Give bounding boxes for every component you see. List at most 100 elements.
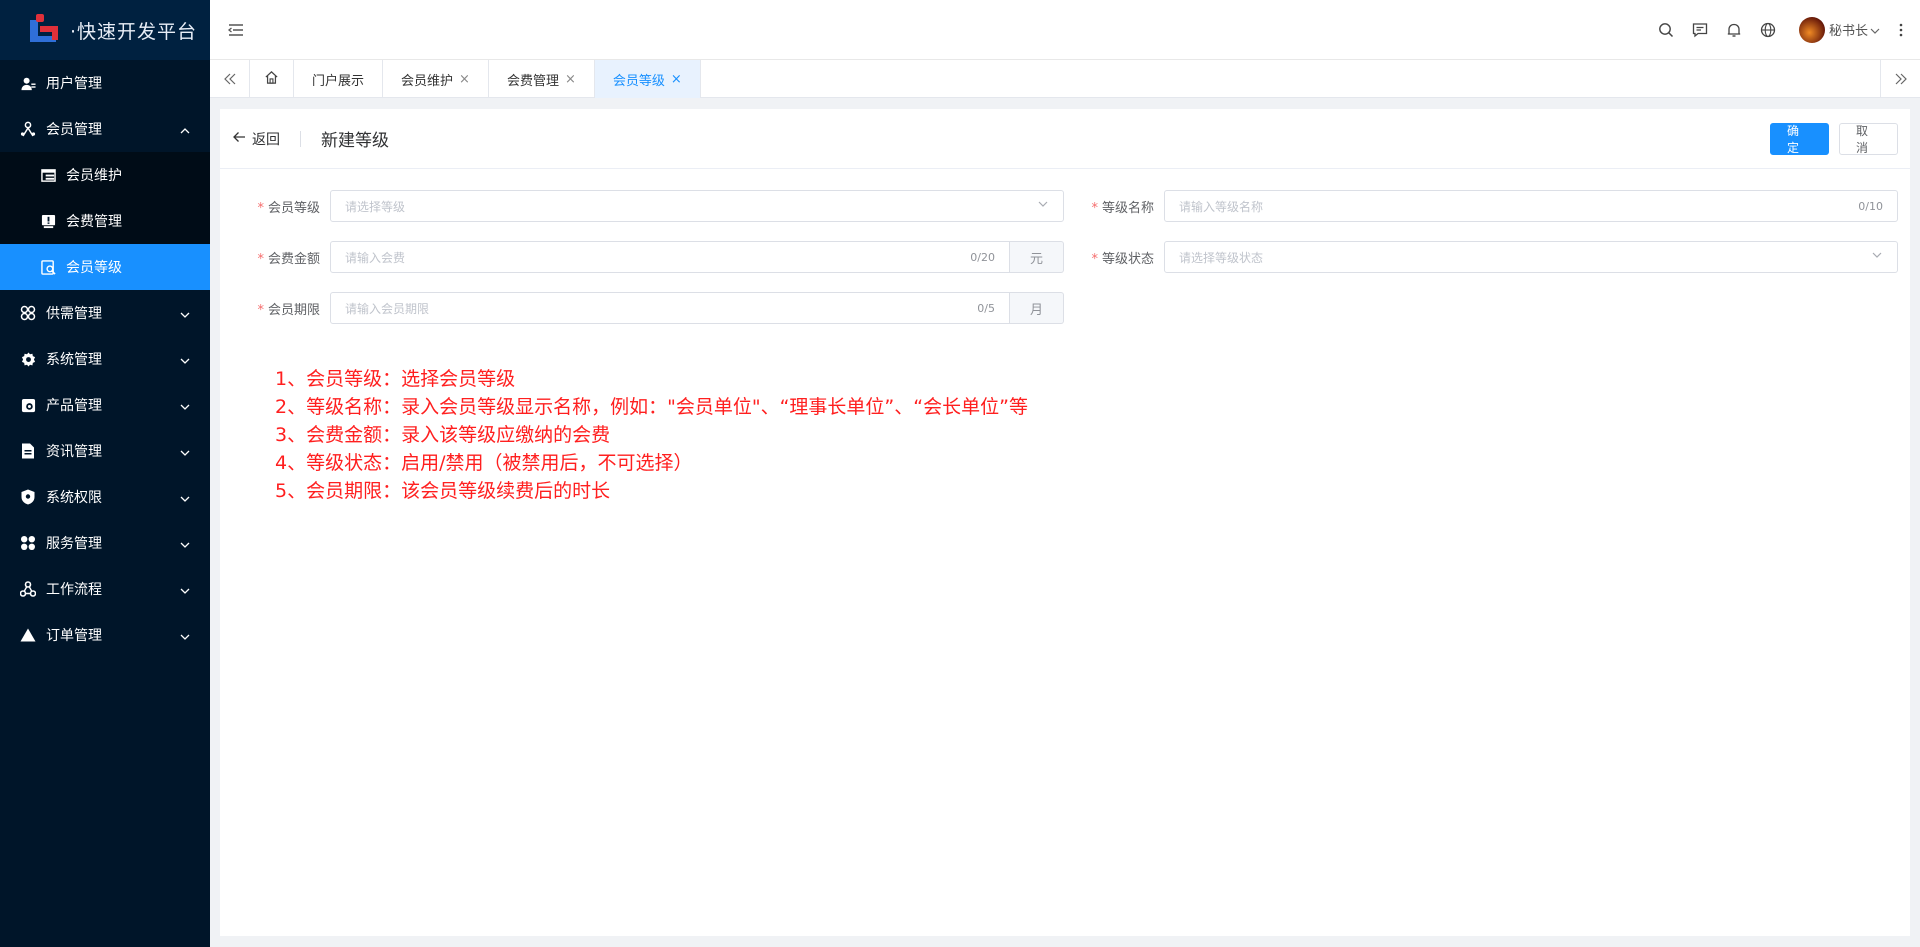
cancel-button[interactable]: 取消 xyxy=(1839,122,1898,155)
chevron-down-icon[interactable] xyxy=(1870,25,1880,35)
chevron-down-icon xyxy=(180,354,190,364)
required-mark: * xyxy=(1091,200,1098,216)
tabs-bar: 门户展示 会员维护 × 会费管理 × 会员等级 × xyxy=(210,60,1920,98)
sidebar-item-members[interactable]: 会员管理 xyxy=(0,106,210,152)
field-label: * 会员等级 xyxy=(230,197,330,216)
sidebar-item-label: 会员维护 xyxy=(66,168,122,184)
tab-home[interactable] xyxy=(250,60,294,98)
sidebar-item-fee-management[interactable]: 会费管理 xyxy=(0,198,210,244)
document-icon xyxy=(20,443,36,459)
note-line: 1、会员等级：选择会员等级 xyxy=(275,368,516,390)
tab-label: 会员维护 xyxy=(401,73,454,89)
member-level-select[interactable]: 请选择等级 xyxy=(330,190,1064,222)
form-item-member-period: * 会员期限 请输入会员期限 0/5 月 xyxy=(230,291,1064,325)
sidebar-item-label: 会员管理 xyxy=(46,122,102,138)
field-label: * 等级名称 xyxy=(1064,197,1164,216)
chevron-down-icon xyxy=(180,446,190,456)
required-mark: * xyxy=(257,251,264,267)
unit-append: 元 xyxy=(1010,241,1064,273)
more-vertical-icon[interactable] xyxy=(1892,21,1910,39)
field-label-text: 等级名称 xyxy=(1101,200,1154,216)
user-name[interactable]: 秘书长 xyxy=(1829,20,1868,39)
back-label: 返回 xyxy=(252,131,280,148)
chevron-down-icon xyxy=(180,538,190,548)
tabs-scroll-right-icon[interactable] xyxy=(1880,60,1920,98)
close-icon[interactable]: × xyxy=(565,72,576,87)
field-label: * 会费金额 xyxy=(230,248,330,267)
sidebar-item-permissions[interactable]: 系统权限 xyxy=(0,474,210,520)
home-icon xyxy=(264,70,279,89)
page-title: 新建等级 xyxy=(321,131,389,151)
tab-fee-management[interactable]: 会费管理 × xyxy=(489,60,595,98)
chevron-down-icon xyxy=(180,584,190,594)
sidebar-item-system[interactable]: 系统管理 xyxy=(0,336,210,382)
level-status-select[interactable]: 请选择等级状态 xyxy=(1164,241,1898,273)
char-count: 0/20 xyxy=(970,250,995,264)
logo-text: ·快速开发平台 xyxy=(70,20,198,43)
gear-icon xyxy=(20,351,36,367)
sidebar-item-supply[interactable]: 供需管理 xyxy=(0,290,210,336)
level-name-input[interactable]: 请输入等级名称 0/10 xyxy=(1164,190,1898,222)
top-header: 秘书长 xyxy=(210,0,1920,60)
table-icon xyxy=(40,167,56,183)
chevron-down-icon xyxy=(180,400,190,410)
sidebar-item-label: 用户管理 xyxy=(46,76,102,92)
unit-append: 月 xyxy=(1010,292,1064,324)
tabs-scroll-left-icon[interactable] xyxy=(210,60,250,98)
member-period-input[interactable]: 请输入会员期限 0/5 xyxy=(330,292,1010,324)
sidebar: ·快速开发平台 用户管理 会员管理 会员维护 会费管理 会员等级 供需管理 系统… xyxy=(0,0,210,947)
sidebar-item-member-level[interactable]: 会员等级 xyxy=(0,244,210,290)
field-label-text: 会费金额 xyxy=(267,251,320,267)
level-form: * 会员等级 请选择等级 * 等级名称 请输入等级名称 0/10 * 会费金额 请输入… xyxy=(220,169,1910,325)
search-icon[interactable] xyxy=(1657,21,1675,39)
sidebar-item-label: 会员等级 xyxy=(66,260,122,276)
sidebar-item-services[interactable]: 服务管理 xyxy=(0,520,210,566)
tab-portal[interactable]: 门户展示 xyxy=(294,60,384,98)
sidebar-item-orders[interactable]: 订单管理 xyxy=(0,612,210,658)
note-line: 3、会费金额：录入该等级应缴纳的会费 xyxy=(275,424,611,446)
avatar[interactable] xyxy=(1798,16,1825,43)
sidebar-item-label: 工作流程 xyxy=(46,582,102,598)
supply-icon xyxy=(20,305,36,321)
fee-icon xyxy=(40,213,56,229)
field-label-text: 等级状态 xyxy=(1101,251,1154,267)
select-placeholder: 请选择等级 xyxy=(345,199,406,214)
sidebar-item-member-maintenance[interactable]: 会员维护 xyxy=(0,152,210,198)
tab-member-level[interactable]: 会员等级 × xyxy=(594,60,701,98)
member-icon xyxy=(20,121,36,137)
sidebar-item-news[interactable]: 资讯管理 xyxy=(0,428,210,474)
chevron-down-icon xyxy=(180,492,190,502)
confirm-button[interactable]: 确定 xyxy=(1770,122,1829,155)
submenu-members: 会员维护 会费管理 会员等级 xyxy=(0,152,210,290)
menu-fold-icon[interactable] xyxy=(226,20,246,40)
select-placeholder: 请选择等级状态 xyxy=(1179,250,1264,265)
char-count: 0/10 xyxy=(1858,199,1883,213)
page-header: 返回 新建等级 确定 取消 xyxy=(220,109,1910,169)
back-button[interactable]: 返回 xyxy=(232,129,280,149)
product-icon xyxy=(20,397,36,413)
fee-amount-input[interactable]: 请输入会费 0/20 xyxy=(330,241,1010,273)
header-divider xyxy=(300,130,301,147)
logo-mark-icon xyxy=(26,14,64,46)
sidebar-item-workflow[interactable]: 工作流程 xyxy=(0,566,210,612)
chevron-up-icon xyxy=(180,124,190,134)
bell-icon[interactable] xyxy=(1725,21,1743,39)
input-placeholder: 请输入等级名称 xyxy=(1179,199,1264,214)
sidebar-item-label: 资讯管理 xyxy=(46,444,102,460)
chevron-down-icon xyxy=(1871,249,1883,265)
close-icon[interactable]: × xyxy=(671,72,682,87)
shield-icon xyxy=(20,489,36,505)
service-icon xyxy=(20,535,36,551)
globe-icon[interactable] xyxy=(1759,21,1777,39)
sidebar-item-products[interactable]: 产品管理 xyxy=(0,382,210,428)
message-icon[interactable] xyxy=(1691,21,1709,39)
chevron-down-icon xyxy=(180,630,190,640)
sidebar-item-label: 订单管理 xyxy=(46,628,102,644)
close-icon[interactable]: × xyxy=(459,72,470,87)
sidebar-item-users[interactable]: 用户管理 xyxy=(0,60,210,106)
form-item-member-level: * 会员等级 请选择等级 xyxy=(230,189,1064,223)
workflow-icon xyxy=(20,581,36,597)
tab-member-maintenance[interactable]: 会员维护 × xyxy=(383,60,489,98)
user-icon xyxy=(20,75,36,91)
logo[interactable]: ·快速开发平台 xyxy=(0,0,210,60)
